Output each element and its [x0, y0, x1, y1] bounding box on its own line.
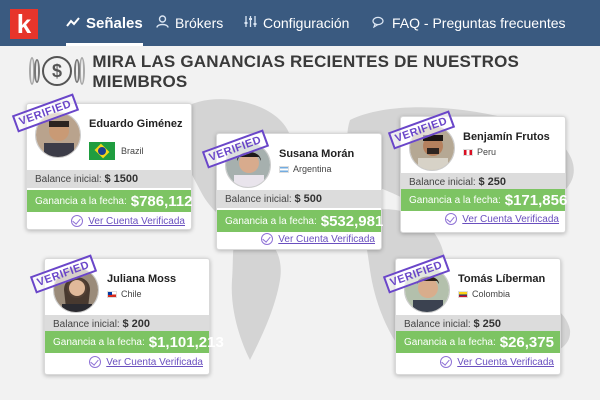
view-verified-account-link[interactable]: Ver Cuenta Verificada: [89, 356, 203, 368]
gain-row: Ganancia a la fecha: $786,112: [27, 190, 193, 212]
gain-value: $26,375: [499, 333, 554, 351]
country-label: Argentina: [293, 164, 332, 174]
member-name: Juliana Moss: [107, 273, 177, 285]
member-card: Tomás Líberman Colombia Balance inicial:…: [382, 254, 561, 375]
nav-label-configuracion: Configuración: [263, 15, 350, 31]
member-name: Eduardo Giménez: [89, 118, 183, 130]
member-card: Eduardo Giménez Brazil Balance inicial: …: [11, 93, 193, 230]
member-country: Colombia: [458, 289, 510, 299]
gain-row: Ganancia a la fecha: $1,101,213: [45, 331, 224, 353]
member-country: Chile: [107, 289, 142, 299]
view-verified-account-link[interactable]: Ver Cuenta Verificada: [71, 215, 185, 227]
member-card: Susana Morán Argentina Balance inicial: …: [201, 129, 384, 250]
member-card: Juliana Moss Chile Balance inicial: $ 20…: [29, 254, 224, 375]
view-verified-account-link[interactable]: Ver Cuenta Verificada: [261, 233, 375, 245]
gain-value: $786,112: [130, 192, 193, 210]
member-name: Tomás Líberman: [458, 273, 546, 285]
verified-badge-icon: [89, 356, 102, 368]
country-label: Chile: [121, 289, 142, 299]
verify-link-label: Ver Cuenta Verificada: [457, 356, 554, 368]
dollar-coin-icon: $: [29, 54, 85, 90]
verified-badge-icon: [440, 356, 453, 368]
sliders-icon: [244, 15, 257, 31]
nav-item-brokers[interactable]: Brókers: [156, 0, 223, 46]
member-country: Argentina: [279, 164, 332, 174]
member-name: Susana Morán: [279, 148, 355, 160]
balance-label: Balance inicial:: [53, 319, 120, 330]
gain-value: $532,981: [320, 212, 384, 230]
view-verified-account-link[interactable]: Ver Cuenta Verificada: [440, 356, 554, 368]
balance-label: Balance inicial:: [404, 319, 471, 330]
member-country: Brazil: [89, 142, 144, 160]
member-name: Benjamín Frutos: [463, 131, 550, 143]
user-icon: [156, 15, 169, 31]
country-label: Brazil: [121, 146, 144, 156]
balance-value: $ 1500: [104, 173, 139, 185]
gain-row: Ganancia a la fecha: $171,856: [401, 189, 568, 211]
member-country: Peru: [463, 147, 496, 157]
balance-label: Balance inicial:: [225, 194, 292, 205]
balance-value: $ 200: [122, 318, 151, 330]
brand-logo[interactable]: k: [10, 9, 38, 39]
gain-value: $1,101,213: [148, 333, 224, 351]
balance-value: $ 250: [478, 176, 507, 188]
nav-item-faq[interactable]: FAQ - Preguntas frecuentes: [372, 0, 566, 46]
view-verified-account-link[interactable]: Ver Cuenta Verificada: [445, 213, 559, 225]
nav-label-brokers: Brókers: [175, 15, 224, 31]
gain-label: Ganancia a la fecha:: [409, 194, 501, 206]
top-navbar: k Señales Brókers Configuración FAQ - Pr…: [0, 0, 600, 46]
gain-value: $171,856: [504, 191, 568, 209]
verify-link-label: Ver Cuenta Verificada: [278, 233, 375, 245]
balance-value: $ 250: [473, 318, 502, 330]
colombia-flag-icon: [458, 290, 468, 298]
balance-row: Balance inicial: $ 500: [217, 190, 381, 208]
brazil-flag-icon: [89, 142, 115, 160]
gain-row: Ganancia a la fecha: $26,375: [396, 331, 560, 353]
verified-badge-icon: [445, 213, 458, 225]
verify-link-label: Ver Cuenta Verificada: [462, 213, 559, 225]
country-label: Peru: [477, 147, 497, 157]
argentina-flag-icon: [279, 165, 289, 173]
verify-link-label: Ver Cuenta Verificada: [106, 356, 203, 368]
country-label: Colombia: [472, 289, 511, 299]
balance-label: Balance inicial:: [35, 174, 102, 185]
member-card: Benjamín Frutos Peru Balance inicial: $ …: [387, 110, 568, 233]
nav-item-configuracion[interactable]: Configuración: [244, 0, 349, 46]
nav-label-faq: FAQ - Preguntas frecuentes: [392, 15, 566, 31]
chart-line-icon: [66, 15, 80, 31]
verified-badge-icon: [261, 233, 274, 245]
balance-label: Balance inicial:: [409, 177, 476, 188]
chat-bubbles-icon: [372, 15, 386, 31]
gain-label: Ganancia a la fecha:: [53, 336, 145, 348]
gain-label: Ganancia a la fecha:: [404, 336, 496, 348]
peru-flag-icon: [463, 148, 473, 156]
balance-value: $ 500: [294, 193, 323, 205]
gain-label: Ganancia a la fecha:: [35, 195, 127, 207]
nav-label-senales: Señales: [86, 14, 143, 32]
verify-link-label: Ver Cuenta Verificada: [88, 215, 185, 227]
gain-row: Ganancia a la fecha: $532,981: [217, 210, 384, 232]
verified-badge-icon: [71, 215, 84, 227]
balance-row: Balance inicial: $ 1500: [27, 170, 191, 188]
nav-item-senales[interactable]: Señales: [66, 0, 143, 46]
gain-label: Ganancia a la fecha:: [225, 215, 317, 227]
chile-flag-icon: [107, 290, 117, 298]
